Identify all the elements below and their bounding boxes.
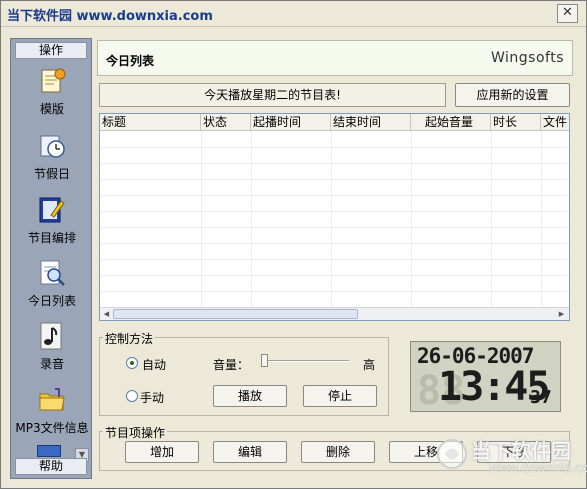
page-title: 今日列表 [106,54,155,68]
delete-button[interactable]: 删除 [301,441,375,463]
watermark-text: 当下软件园 [471,439,571,463]
column-header-duration[interactable]: 时长 [491,114,541,131]
column-header-start-volume[interactable]: 起始音量 [411,114,491,131]
auto-radio-label[interactable]: 自动 [142,356,166,373]
volume-slider-track[interactable] [263,360,349,362]
today-list-icon [37,258,67,288]
stop-button[interactable]: 停止 [303,385,377,407]
manual-radio-label[interactable]: 手动 [140,389,164,406]
program-ops-legend: 节目项操作 [103,424,168,441]
program-table[interactable]: 标题 状态 起播时间 结束时间 起始音量 时长 文件 ◀ ▶ [99,113,570,321]
sidebar-header[interactable]: 操作 [15,42,87,59]
help-button[interactable]: 帮助 [15,458,87,475]
sidebar-item-label: 节目编排 [27,231,76,245]
sidebar-item-label: 模版 [39,102,64,116]
sidebar-item-record[interactable]: 录音 [11,321,93,372]
add-button[interactable]: 增加 [125,441,199,463]
column-header-status[interactable]: 状态 [201,114,251,131]
scroll-right-icon[interactable]: ▶ [556,309,567,319]
sidebar-item-today-list[interactable]: 今日列表 [11,258,93,309]
control-method-legend: 控制方法 [103,330,156,347]
column-header-end-time[interactable]: 结束时间 [331,114,411,131]
column-header-start-time[interactable]: 起播时间 [251,114,331,131]
sidebar-partial-icon [37,445,61,457]
music-note-icon [37,321,67,351]
watermark-url: www.downxia.com [489,461,587,475]
watermark-logo-icon [437,439,467,469]
schedule-edit-icon [37,195,67,225]
scroll-left-icon[interactable]: ◀ [101,309,112,319]
sidebar-item-holiday[interactable]: 节假日 [11,131,93,182]
sidebar-item-label: 节假日 [33,167,70,181]
holiday-clock-icon [37,131,67,161]
clock-seconds: 37 [530,387,552,408]
watermark: 当下软件园 www.downxia.com [433,433,587,481]
edit-button[interactable]: 编辑 [213,441,287,463]
horizontal-scrollbar[interactable]: ◀ ▶ [100,307,569,320]
sidebar-item-template[interactable]: 模版 [11,66,93,117]
close-button[interactable]: ✕ [557,4,578,23]
apply-settings-button[interactable]: 应用新的设置 [455,83,570,107]
sidebar-item-label: 今日列表 [27,294,76,308]
sidebar-item-schedule[interactable]: 节目编排 [11,195,93,246]
manual-radio[interactable] [126,390,138,402]
play-button[interactable]: 播放 [213,385,287,407]
volume-high-label: 高 [363,358,376,372]
sidebar: 操作 模版 节假日 节目编排 今日列表 录音 MP3文件信息 ▼ 帮助 [10,38,92,479]
auto-radio[interactable] [126,357,138,369]
template-icon [37,66,67,96]
sidebar-item-label: 录音 [39,357,64,371]
brand-label: Wingsofts [490,50,564,66]
app-window: 当下软件园 www.downxia.com ✕ 操作 模版 节假日 节目编排 今… [0,0,587,489]
folder-icon [37,385,67,415]
sidebar-item-mp3-info[interactable]: MP3文件信息 [11,385,93,436]
scrollbar-thumb[interactable] [113,309,358,319]
panel-header: 今日列表 Wingsofts [97,40,573,76]
digital-clock: 26-06-2007 88 13:45 37 [410,341,561,413]
title-bar: 当下软件园 www.downxia.com ✕ [1,1,586,27]
column-header-title[interactable]: 标题 [100,114,201,131]
table-header: 标题 状态 起播时间 结束时间 起始音量 时长 文件 [100,114,569,131]
volume-label: 音量： [213,358,250,372]
status-message: 今天播放星期二的节目表! [99,83,446,107]
volume-slider-thumb[interactable] [261,354,268,367]
window-title: 当下软件园 www.downxia.com [7,9,213,24]
column-header-file[interactable]: 文件 [541,114,569,131]
sidebar-item-label: MP3文件信息 [15,421,89,435]
